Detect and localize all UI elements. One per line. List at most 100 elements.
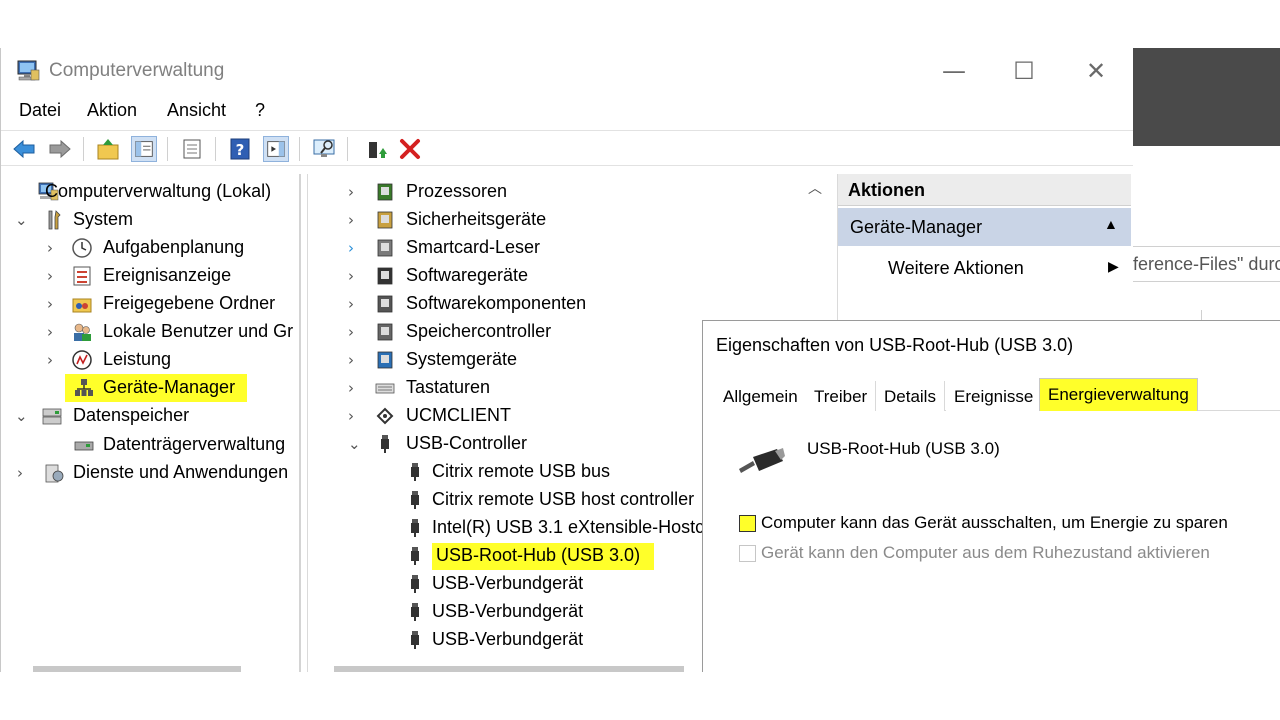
device-category-label: USB-Controller xyxy=(406,433,528,453)
tab-allgemein[interactable]: Allgemein xyxy=(715,381,807,411)
tree-item-label: Datenträgerverwaltung xyxy=(103,434,286,454)
action-pane-icon[interactable] xyxy=(263,136,289,162)
menu-aktion[interactable]: Aktion xyxy=(87,100,137,121)
tree-root-label: Computerverwaltung (Lokal) xyxy=(45,181,272,201)
update-driver-icon[interactable] xyxy=(363,136,389,162)
device-name: USB-Root-Hub (USB 3.0) xyxy=(807,439,1000,458)
dialog-tabs: Allgemein Treiber Details Ereignisse Ene… xyxy=(715,378,1280,411)
tree-item-label: Datenspeicher xyxy=(73,405,190,425)
chevron-right-icon[interactable]: › xyxy=(47,291,61,317)
chevron-right-icon[interactable]: › xyxy=(47,235,61,261)
tree-item-aufgabenplanung[interactable]: › Aufgabenplanung xyxy=(7,235,297,261)
chevron-right-icon[interactable]: › xyxy=(348,375,362,401)
chevron-down-icon[interactable]: ⌄ xyxy=(348,431,362,457)
smartcard-reader-icon xyxy=(377,239,393,257)
help-icon[interactable]: ? xyxy=(227,136,253,162)
chevron-right-icon[interactable]: › xyxy=(348,179,362,205)
maximize-button[interactable]: ☐ xyxy=(1001,56,1047,86)
system-device-icon xyxy=(377,351,393,369)
tab-details[interactable]: Details xyxy=(876,381,945,411)
export-list-icon[interactable] xyxy=(179,136,205,162)
chevron-right-icon[interactable]: › xyxy=(348,263,362,289)
tree-item-freigegebene-ordner[interactable]: › Freigegebene Ordner xyxy=(7,291,297,317)
chevron-right-icon[interactable]: › xyxy=(348,319,362,345)
mid-pane-scrollbar[interactable] xyxy=(334,666,684,672)
device-category[interactable]: › Softwaregeräte xyxy=(308,263,798,289)
device-category[interactable]: › Smartcard-Leser xyxy=(308,235,798,261)
computer-management-icon xyxy=(17,60,40,81)
tab-energieverwaltung[interactable]: Energieverwaltung xyxy=(1039,378,1198,411)
chevron-right-icon[interactable]: › xyxy=(348,347,362,373)
window-title: Computerverwaltung xyxy=(49,60,225,81)
usb-icon xyxy=(411,491,419,509)
tree-item-datentraegerverwaltung[interactable]: Datenträgerverwaltung xyxy=(7,432,297,458)
tree-item-label: Ereignisanzeige xyxy=(103,265,232,285)
chevron-right-icon[interactable]: › xyxy=(47,263,61,289)
tree-item-datenspeicher[interactable]: ⌄ Datenspeicher xyxy=(7,403,297,429)
scan-hardware-icon[interactable] xyxy=(311,136,337,162)
arrow-left-icon[interactable] xyxy=(11,136,37,162)
tree-item-dienste[interactable]: › Dienste und Anwendungen xyxy=(7,460,297,486)
menu-help[interactable]: ? xyxy=(255,100,265,121)
disk-management-icon xyxy=(74,441,94,451)
arrow-right-icon[interactable] xyxy=(47,136,73,162)
usb-device-icon xyxy=(739,448,785,473)
tree-item-ereignisanzeige[interactable]: › Ereignisanzeige xyxy=(7,263,297,289)
svg-text:?: ? xyxy=(236,141,245,159)
storage-icon xyxy=(42,408,62,425)
usb-device-label: Intel(R) USB 3.1 eXtensible-Hostc xyxy=(432,517,705,537)
wake-checkbox xyxy=(739,545,756,562)
tree-item-leistung[interactable]: › Leistung xyxy=(7,347,297,373)
scroll-up-arrow[interactable]: ︿ xyxy=(808,178,826,198)
usb-icon xyxy=(411,603,419,621)
actions-section-label: Geräte-Manager xyxy=(850,217,983,237)
chevron-right-icon[interactable]: › xyxy=(17,460,31,486)
usb-device-label: Citrix remote USB bus xyxy=(432,461,611,481)
tree-item-lokale-benutzer[interactable]: › Lokale Benutzer und Gr xyxy=(7,319,297,345)
chevron-right-icon[interactable]: › xyxy=(348,235,362,261)
weitere-aktionen[interactable]: Weitere Aktionen ▶ xyxy=(838,250,1131,284)
users-icon xyxy=(74,323,91,341)
software-component-icon xyxy=(377,295,393,313)
folder-up-icon[interactable] xyxy=(95,136,121,162)
chevron-right-icon[interactable]: › xyxy=(348,207,362,233)
left-pane-scrollbar[interactable] xyxy=(33,666,241,672)
device-category[interactable]: › Prozessoren xyxy=(308,179,798,205)
tab-ereignisse[interactable]: Ereignisse xyxy=(946,381,1043,411)
keyboard-icon xyxy=(375,383,395,394)
services-icon xyxy=(45,464,64,483)
security-device-icon xyxy=(377,211,393,229)
device-category[interactable]: › Softwarekomponenten xyxy=(308,291,798,317)
actions-section-geraete-manager[interactable]: Geräte-Manager ▲ xyxy=(838,208,1131,246)
tab-treiber[interactable]: Treiber xyxy=(806,381,877,411)
tree-root[interactable]: Computerverwaltung (Lokal) xyxy=(7,179,297,205)
red-x-icon[interactable] xyxy=(397,136,423,162)
minimize-button[interactable]: — xyxy=(931,56,977,86)
menu-ansicht[interactable]: Ansicht xyxy=(167,100,226,121)
chevron-right-icon[interactable]: › xyxy=(47,319,61,345)
chevron-right-icon[interactable]: › xyxy=(348,291,362,317)
software-device-icon xyxy=(377,267,393,285)
ucmclient-icon xyxy=(376,407,394,425)
chevron-right-icon[interactable]: › xyxy=(47,347,61,373)
chevron-right-icon[interactable]: › xyxy=(348,403,362,429)
navigation-tree: Computerverwaltung (Lokal) ⌄ System › Au… xyxy=(7,174,301,672)
chevron-down-icon[interactable]: ⌄ xyxy=(15,403,29,429)
tree-item-geraete-manager[interactable]: Geräte-Manager xyxy=(65,374,247,402)
tree-item-system[interactable]: ⌄ System xyxy=(7,207,297,233)
usb-device-label: USB-Verbundgerät xyxy=(432,601,584,621)
device-category[interactable]: › Sicherheitsgeräte xyxy=(308,207,798,233)
close-button[interactable]: ✕ xyxy=(1073,56,1119,86)
storage-controller-icon xyxy=(377,323,393,341)
chevron-down-icon[interactable]: ⌄ xyxy=(15,207,29,233)
performance-icon xyxy=(72,350,92,370)
device-manager-icon xyxy=(75,379,93,396)
usb-icon xyxy=(411,519,419,537)
menu-datei[interactable]: Datei xyxy=(19,100,61,121)
show-hide-tree-icon[interactable] xyxy=(131,136,157,162)
properties-dialog: Eigenschaften von USB-Root-Hub (USB 3.0)… xyxy=(702,320,1280,672)
power-off-checkbox[interactable] xyxy=(739,515,756,532)
toolbar: ? xyxy=(1,130,1133,166)
tree-item-label: System xyxy=(73,209,134,229)
collapse-up-icon[interactable]: ▲ xyxy=(1104,216,1118,232)
